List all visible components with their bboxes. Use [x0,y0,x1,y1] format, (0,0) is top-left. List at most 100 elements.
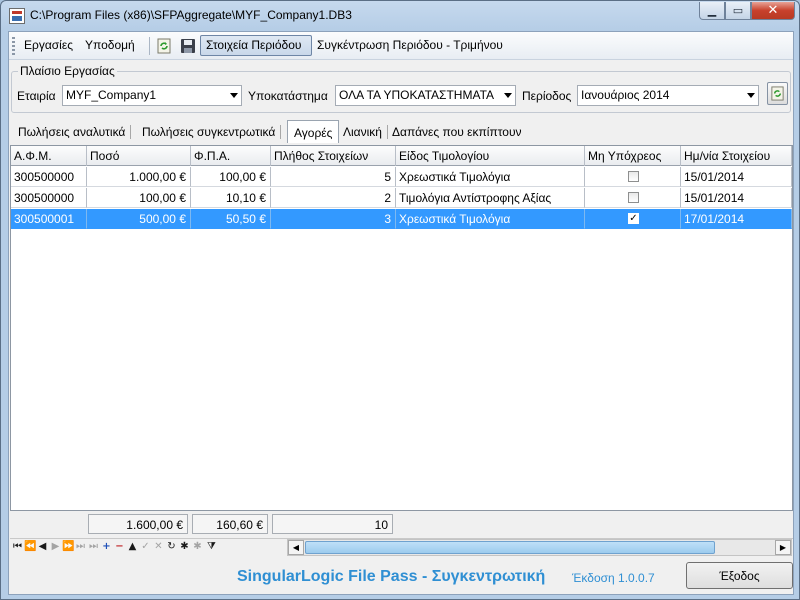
horizontal-scrollbar[interactable]: ◀ ▶ [287,539,792,556]
not-obliged-checkbox-checked[interactable]: ✓ [628,213,639,224]
cell-afm[interactable]: 300500000 [11,188,87,208]
cell-date[interactable]: 15/01/2014 [681,167,792,187]
last-record-icon[interactable]: ⏭ [75,540,86,554]
period-value: Ιανουάριος 2014 [581,88,670,102]
refresh-workspace-button[interactable] [767,82,788,105]
refresh-icon[interactable] [156,38,172,54]
menu-tasks[interactable]: Εργασίες [24,38,73,52]
last-record-alt-icon[interactable]: ⏭ [88,540,99,554]
version-label: Έκδοση 1.0.0.7 [572,571,655,585]
table-row[interactable]: 300500000 1.000,00 € 100,00 € 5 Χρεωστικ… [11,167,792,188]
column-header-vat[interactable]: Φ.Π.Α. [191,146,271,166]
grid-header: Α.Φ.Μ. Ποσό Φ.Π.Α. Πλήθος Στοιχείων Είδο… [11,146,792,166]
next-page-icon[interactable]: ⏩ [62,540,74,554]
menu-infrastructure[interactable]: Υποδομή [85,38,135,52]
column-header-date[interactable]: Ημ/νία Στοιχείου [681,146,792,166]
period-label: Περίοδος [522,89,572,103]
tab-retail[interactable]: Λιανική [337,122,388,142]
tab-deductible-expenses[interactable]: Δαπάνες που εκπίπτουν [386,122,528,142]
bookmark-icon[interactable]: ✱ [179,540,190,554]
company-label: Εταιρία [17,89,56,103]
title-bar[interactable]: C:\Program Files (x86)\SFPAggregate\MYF_… [1,1,799,31]
tab-purchases[interactable]: Αγορές [287,120,340,143]
cell-vat[interactable]: 100,00 € [191,167,271,187]
filter-icon[interactable]: ⧩ [206,540,217,554]
cell-not-obliged[interactable] [585,188,681,208]
post-record-icon[interactable]: ✓ [140,540,151,554]
cell-amount[interactable]: 1.000,00 € [87,167,191,187]
cell-date[interactable]: 15/01/2014 [681,188,792,208]
period-data-button[interactable]: Στοιχεία Περιόδου [206,38,301,52]
cell-afm[interactable]: 300500000 [11,167,87,187]
column-header-amount[interactable]: Ποσό [87,146,191,166]
company-value: MYF_Company1 [66,88,157,102]
cell-count[interactable]: 5 [271,167,396,187]
period-select[interactable]: Ιανουάριος 2014 [577,85,759,106]
previous-page-icon[interactable]: ⏪ [24,540,36,554]
toolbar-separator [149,37,150,55]
product-brand: SingularLogic File Pass - Συγκεντρωτική [237,568,546,585]
cell-invoice-type[interactable]: Χρεωστικά Τιμολόγια [396,209,585,229]
chevron-down-icon [747,93,755,98]
cell-count[interactable]: 3 [271,209,396,229]
total-amount: 1.600,00 € [88,514,188,534]
window-controls: ▁ ▭ ✕ [699,2,795,20]
first-record-icon[interactable]: ⏮ [12,540,23,554]
tab-sales-summary[interactable]: Πωλήσεις συγκεντρωτικά [136,122,282,142]
toolbar-grip[interactable] [12,37,15,55]
workspace-group: Πλαίσιο Εργασίας Εταιρία MYF_Company1 Υπ… [11,64,791,113]
chevron-down-icon [230,93,238,98]
exit-button[interactable]: Έξοδος [686,562,793,589]
purchases-grid[interactable]: Α.Φ.Μ. Ποσό Φ.Π.Α. Πλήθος Στοιχείων Είδο… [10,145,793,511]
cell-vat[interactable]: 50,50 € [191,209,271,229]
maximize-button[interactable]: ▭ [725,2,751,20]
goto-bookmark-icon[interactable]: ✱ [192,540,203,554]
refresh-icon [771,86,784,101]
company-select[interactable]: MYF_Company1 [62,85,242,106]
column-header-count[interactable]: Πλήθος Στοιχείων [271,146,396,166]
app-icon [9,8,25,24]
column-header-afm[interactable]: Α.Φ.Μ. [11,146,87,166]
column-header-invoice-type[interactable]: Είδος Τιμολογίου [396,146,585,166]
cancel-record-icon[interactable]: ✕ [153,540,164,554]
application-window: C:\Program Files (x86)\SFPAggregate\MYF_… [0,0,800,600]
scroll-thumb[interactable] [305,541,715,554]
branch-label: Υποκατάστημα [248,89,328,103]
cell-date[interactable]: 17/01/2014 [681,209,792,229]
cell-invoice-type[interactable]: Χρεωστικά Τιμολόγια [396,167,585,187]
workspace-legend: Πλαίσιο Εργασίας [18,64,117,78]
menu-toolbar: Εργασίες Υποδομή Στοιχεία Περιόδου Συγκέ… [9,32,793,60]
cell-count[interactable]: 2 [271,188,396,208]
minimize-button[interactable]: ▁ [699,2,725,20]
total-count: 10 [272,514,393,534]
period-aggregate-button[interactable]: Συγκέντρωση Περιόδου - Τριμήνου [317,38,503,52]
refresh-records-icon[interactable]: ↻ [166,540,177,554]
cell-not-obliged[interactable] [585,167,681,187]
cell-amount[interactable]: 100,00 € [87,188,191,208]
cell-vat[interactable]: 10,10 € [191,188,271,208]
next-record-icon[interactable]: ▶ [50,540,61,554]
branch-select[interactable]: ΟΛΑ ΤΑ ΥΠΟΚΑΤΑΣΤΗΜΑΤΑ [335,85,516,106]
not-obliged-checkbox[interactable] [628,171,639,182]
tab-sales-detailed[interactable]: Πωλήσεις αναλυτικά [12,122,132,142]
branch-value: ΟΛΑ ΤΑ ΥΠΟΚΑΤΑΣΤΗΜΑΤΑ [339,88,495,102]
edit-record-icon[interactable]: ▲ [127,540,138,554]
record-navigator: ⏮ ⏪ ◀ ▶ ⏩ ⏭ ⏭ + − ▲ ✓ ✕ ↻ ✱ ✱ ⧩ ◀ ▶ [10,538,793,556]
add-record-icon[interactable]: + [101,540,112,554]
close-button[interactable]: ✕ [751,2,795,20]
save-icon[interactable] [180,38,196,54]
client-area: Εργασίες Υποδομή Στοιχεία Περιόδου Συγκέ… [8,31,794,595]
previous-record-icon[interactable]: ◀ [37,540,48,554]
cell-invoice-type[interactable]: Τιμολόγια Αντίστροφης Αξίας [396,188,585,208]
scroll-left-icon[interactable]: ◀ [288,540,304,555]
not-obliged-checkbox[interactable] [628,192,639,203]
cell-afm[interactable]: 300500001 [11,209,87,229]
table-row-selected[interactable]: 300500001 500,00 € 50,50 € 3 Χρεωστικά Τ… [11,209,792,230]
cell-not-obliged[interactable]: ✓ [585,209,681,229]
cell-amount[interactable]: 500,00 € [87,209,191,229]
scroll-right-icon[interactable]: ▶ [775,540,791,555]
table-row[interactable]: 300500000 100,00 € 10,10 € 2 Τιμολόγια Α… [11,188,792,209]
delete-record-icon[interactable]: − [114,540,125,554]
chevron-down-icon [504,93,512,98]
column-header-not-obliged[interactable]: Μη Υπόχρεος [585,146,681,166]
